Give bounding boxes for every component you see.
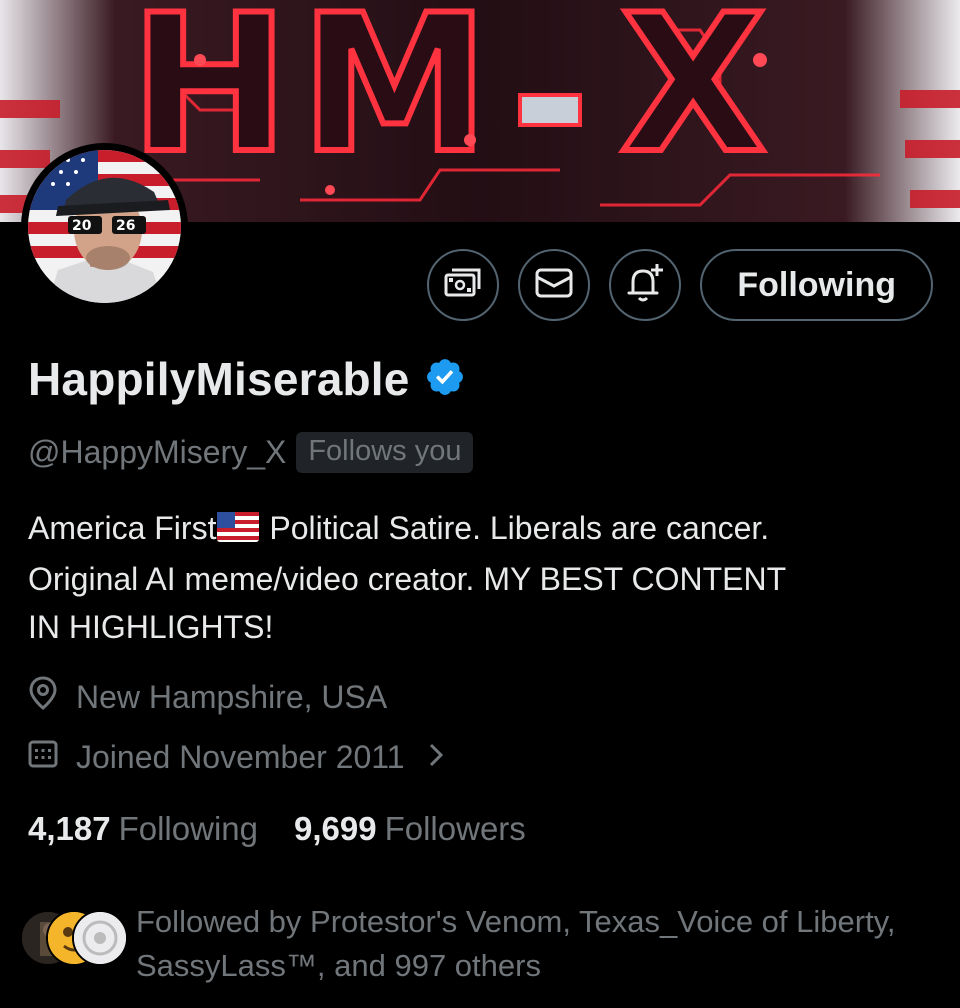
svg-text:26: 26 (116, 218, 135, 234)
following-label: Following (118, 810, 258, 847)
followed-by-text: Followed by Protestor's Venom, Texas_Voi… (136, 904, 896, 983)
message-button[interactable] (518, 249, 591, 321)
chevron-right-icon (427, 739, 445, 776)
notify-button[interactable] (609, 249, 682, 321)
followed-by[interactable]: Followed by Protestor's Venom, Texas_Voi… (20, 900, 940, 988)
money-icon (443, 266, 483, 305)
profile-avatar[interactable]: 20 26 (21, 143, 188, 310)
svg-text:X: X (620, 0, 767, 195)
svg-text:20: 20 (72, 218, 92, 234)
envelope-icon (535, 268, 573, 303)
joined-date[interactable]: Joined November 2011 (28, 738, 445, 776)
display-name: HappilyMiserable (28, 353, 410, 405)
bio-line-2: Original AI meme/video creator. MY BEST … (28, 561, 787, 597)
bell-plus-icon (624, 263, 666, 308)
bio-text: Political Satire. Liberals are cancer. (260, 510, 770, 546)
follows-you-badge: Follows you (296, 432, 474, 473)
handle: @HappyMisery_X (28, 434, 287, 470)
location-pin-icon (28, 676, 58, 718)
follow-stats: 4,187 Following 9,699 Followers (28, 810, 526, 848)
location-text: New Hampshire, USA (76, 678, 388, 715)
avatar (72, 910, 128, 966)
profile-actions: Following (427, 249, 933, 321)
following-count: 4,187 (28, 810, 111, 847)
bio: America First Political Satire. Liberals… (28, 504, 928, 651)
bio-line-3: IN HIGHLIGHTS! (28, 609, 274, 645)
handle-row: @HappyMisery_X Follows you (28, 432, 474, 473)
following-button[interactable]: Following (700, 249, 933, 321)
svg-text:M: M (300, 0, 489, 195)
bio-line-1: America First Political Satire. Liberals… (28, 504, 928, 555)
followers-label: Followers (384, 810, 526, 847)
location: New Hampshire, USA (28, 676, 387, 718)
joined-text: Joined November 2011 (76, 738, 405, 775)
followers-stat[interactable]: 9,699 Followers (294, 810, 526, 848)
followers-count: 9,699 (294, 810, 377, 847)
following-stat[interactable]: 4,187 Following (28, 810, 258, 848)
bio-text: America First (28, 510, 217, 546)
us-flag-icon (217, 507, 260, 555)
followed-by-avatars (20, 910, 128, 970)
tip-button[interactable] (427, 249, 500, 321)
verified-badge-icon[interactable] (424, 356, 466, 403)
name-row: HappilyMiserable (28, 352, 466, 406)
calendar-icon (28, 738, 58, 776)
